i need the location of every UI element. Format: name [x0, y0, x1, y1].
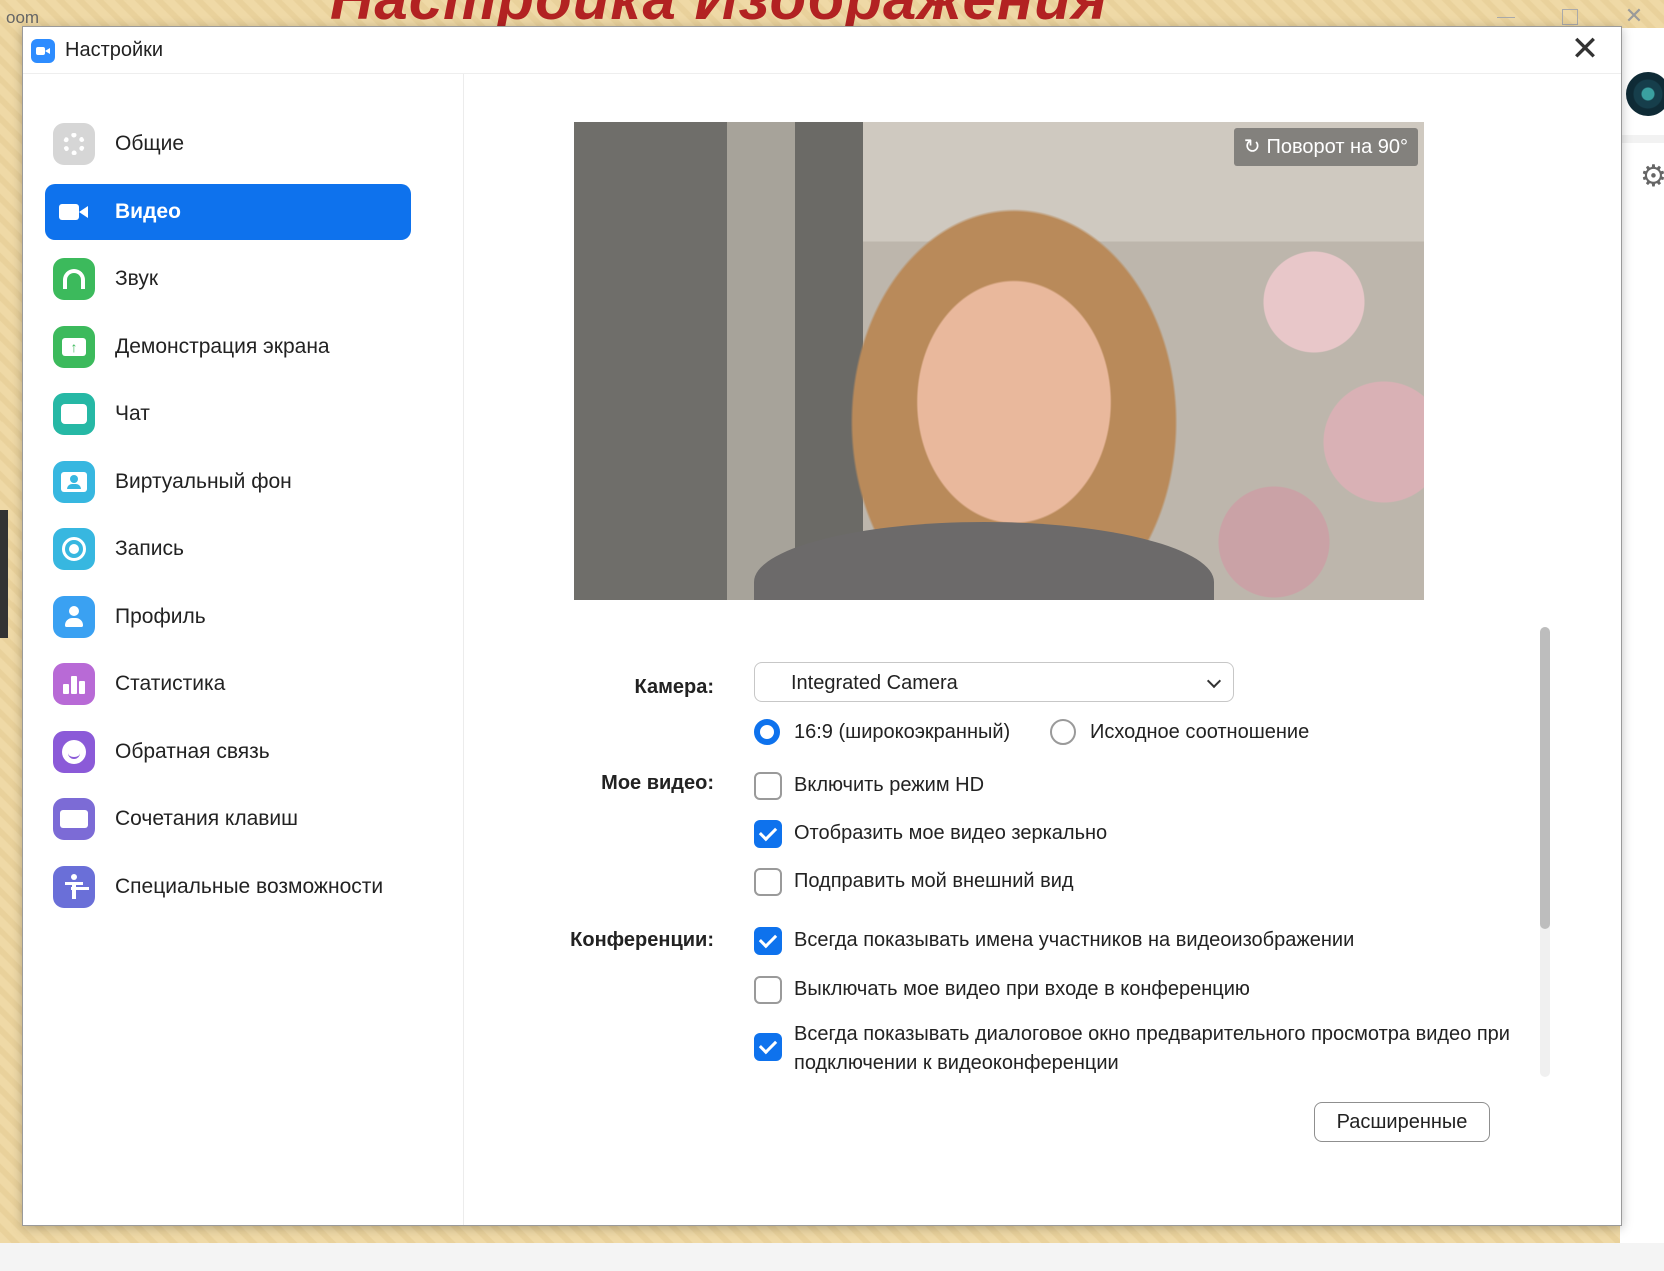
aspect-original-label: Исходное соотношение: [1090, 721, 1310, 743]
sidebar-item-accessibility[interactable]: Специальные возможности: [45, 859, 411, 915]
sidebar-item-statistics[interactable]: Статистика: [45, 656, 411, 712]
sidebar-item-chat[interactable]: Чат: [45, 386, 411, 442]
video-settings-panel: ↻ Поворот на 90° Камера: Integrated Came…: [464, 74, 1594, 1225]
sidebar-item-label: Специальные возможности: [115, 875, 384, 898]
sidebar-item-label: Общие: [115, 132, 185, 155]
close-icon[interactable]: ✕: [1567, 31, 1603, 67]
turn-off-video-checkbox[interactable]: [754, 976, 782, 1004]
preview-dialog-checkbox[interactable]: [754, 1033, 782, 1061]
camera-preview-person: [754, 522, 1214, 600]
statistics-icon: [53, 663, 95, 705]
advanced-button[interactable]: Расширенные: [1314, 1102, 1490, 1142]
settings-sidebar: Общие Видео Звук ↑ Демонстрация экрана Ч…: [23, 74, 464, 1225]
profile-icon: [53, 596, 95, 638]
show-names-checkbox[interactable]: [754, 927, 782, 955]
sidebar-item-video[interactable]: Видео: [45, 184, 411, 240]
sidebar-item-label: Чат: [115, 402, 150, 425]
virtual-background-icon: [53, 461, 95, 503]
background-left-sliver: [0, 510, 8, 638]
mirror-video-checkbox[interactable]: [754, 820, 782, 848]
background-bottom-strip: [0, 1243, 1664, 1271]
sidebar-item-profile[interactable]: Профиль: [45, 589, 411, 645]
background-top-strip: Настройка Изображения oom: [0, 0, 1664, 28]
sidebar-item-label: Демонстрация экрана: [115, 335, 330, 358]
zoom-app-icon: [31, 39, 55, 63]
sidebar-item-label: Видео: [115, 200, 181, 223]
gear-icon: [53, 123, 95, 165]
sidebar-item-label: Виртуальный фон: [115, 470, 292, 493]
sidebar-item-feedback[interactable]: Обратная связь: [45, 724, 411, 780]
video-camera-icon: [53, 191, 95, 233]
scrollbar[interactable]: [1540, 627, 1550, 1077]
background-app-label: oom: [6, 8, 40, 27]
sidebar-item-label: Обратная связь: [115, 740, 270, 763]
camera-select-value: Integrated Camera: [791, 672, 958, 694]
my-video-label: Мое видео:: [601, 772, 714, 794]
sidebar-item-recording[interactable]: Запись: [45, 521, 411, 577]
rotate-label: Поворот на 90°: [1266, 136, 1408, 158]
headphones-icon: [53, 258, 95, 300]
background-side-divider: [1620, 135, 1664, 143]
conferences-label: Конференции:: [570, 929, 714, 951]
share-screen-icon: ↑: [53, 326, 95, 368]
aspect-original-radio[interactable]: [1050, 719, 1076, 745]
mirror-video-label: Отобразить мое видео зеркально: [794, 822, 1108, 844]
background-banner-title: Настройка Изображения: [330, 0, 1108, 28]
hd-label: Включить режим HD: [794, 774, 985, 796]
sidebar-item-virtual-background[interactable]: Виртуальный фон: [45, 454, 411, 510]
feedback-smile-icon: [53, 731, 95, 773]
camera-preview: ↻ Поворот на 90°: [574, 122, 1424, 600]
aspect-16-9-radio[interactable]: [754, 719, 780, 745]
sidebar-item-general[interactable]: Общие: [45, 116, 411, 172]
background-close-icon[interactable]: ✕: [1622, 5, 1646, 29]
dialog-titlebar: Настройки ✕: [23, 27, 1621, 74]
accessibility-icon: [53, 866, 95, 908]
scrollbar-thumb[interactable]: [1540, 627, 1550, 929]
preview-dialog-label: Всегда показывать диалоговое окно предва…: [794, 1023, 1510, 1074]
rotate-icon: ↻: [1243, 136, 1261, 158]
show-names-label: Всегда показывать имена участников на ви…: [794, 929, 1355, 951]
sidebar-item-share-screen[interactable]: ↑ Демонстрация экрана: [45, 319, 411, 375]
camera-select[interactable]: Integrated Camera: [754, 662, 1234, 702]
turn-off-video-label: Выключать мое видео при входе в конферен…: [794, 978, 1250, 1000]
sidebar-item-label: Запись: [115, 537, 184, 560]
background-side-panel: [1620, 28, 1664, 1243]
sidebar-item-label: Сочетания клавиш: [115, 807, 298, 830]
camera-label: Камера:: [634, 676, 715, 698]
dialog-title: Настройки: [65, 39, 164, 61]
sidebar-item-label: Профиль: [115, 605, 206, 628]
record-icon: [53, 528, 95, 570]
sidebar-item-keyboard-shortcuts[interactable]: Сочетания клавиш: [45, 791, 411, 847]
touch-up-checkbox[interactable]: [754, 868, 782, 896]
keyboard-icon: [53, 798, 95, 840]
sidebar-item-label: Звук: [115, 267, 159, 290]
sidebar-item-audio[interactable]: Звук: [45, 251, 411, 307]
avatar[interactable]: [1626, 72, 1664, 116]
sidebar-item-label: Статистика: [115, 672, 226, 695]
rotate-button[interactable]: ↻ Поворот на 90°: [1233, 128, 1418, 166]
chat-icon: [53, 393, 95, 435]
touch-up-label: Подправить мой внешний вид: [794, 870, 1074, 892]
chevron-down-icon: [1206, 673, 1222, 689]
background-gear-icon[interactable]: ⚙: [1640, 162, 1664, 192]
aspect-16-9-label: 16:9 (широкоэкранный): [794, 721, 1011, 743]
hd-checkbox[interactable]: [754, 772, 782, 800]
settings-dialog: Настройки ✕ Общие Видео Звук ↑ Демонстра…: [22, 26, 1622, 1226]
